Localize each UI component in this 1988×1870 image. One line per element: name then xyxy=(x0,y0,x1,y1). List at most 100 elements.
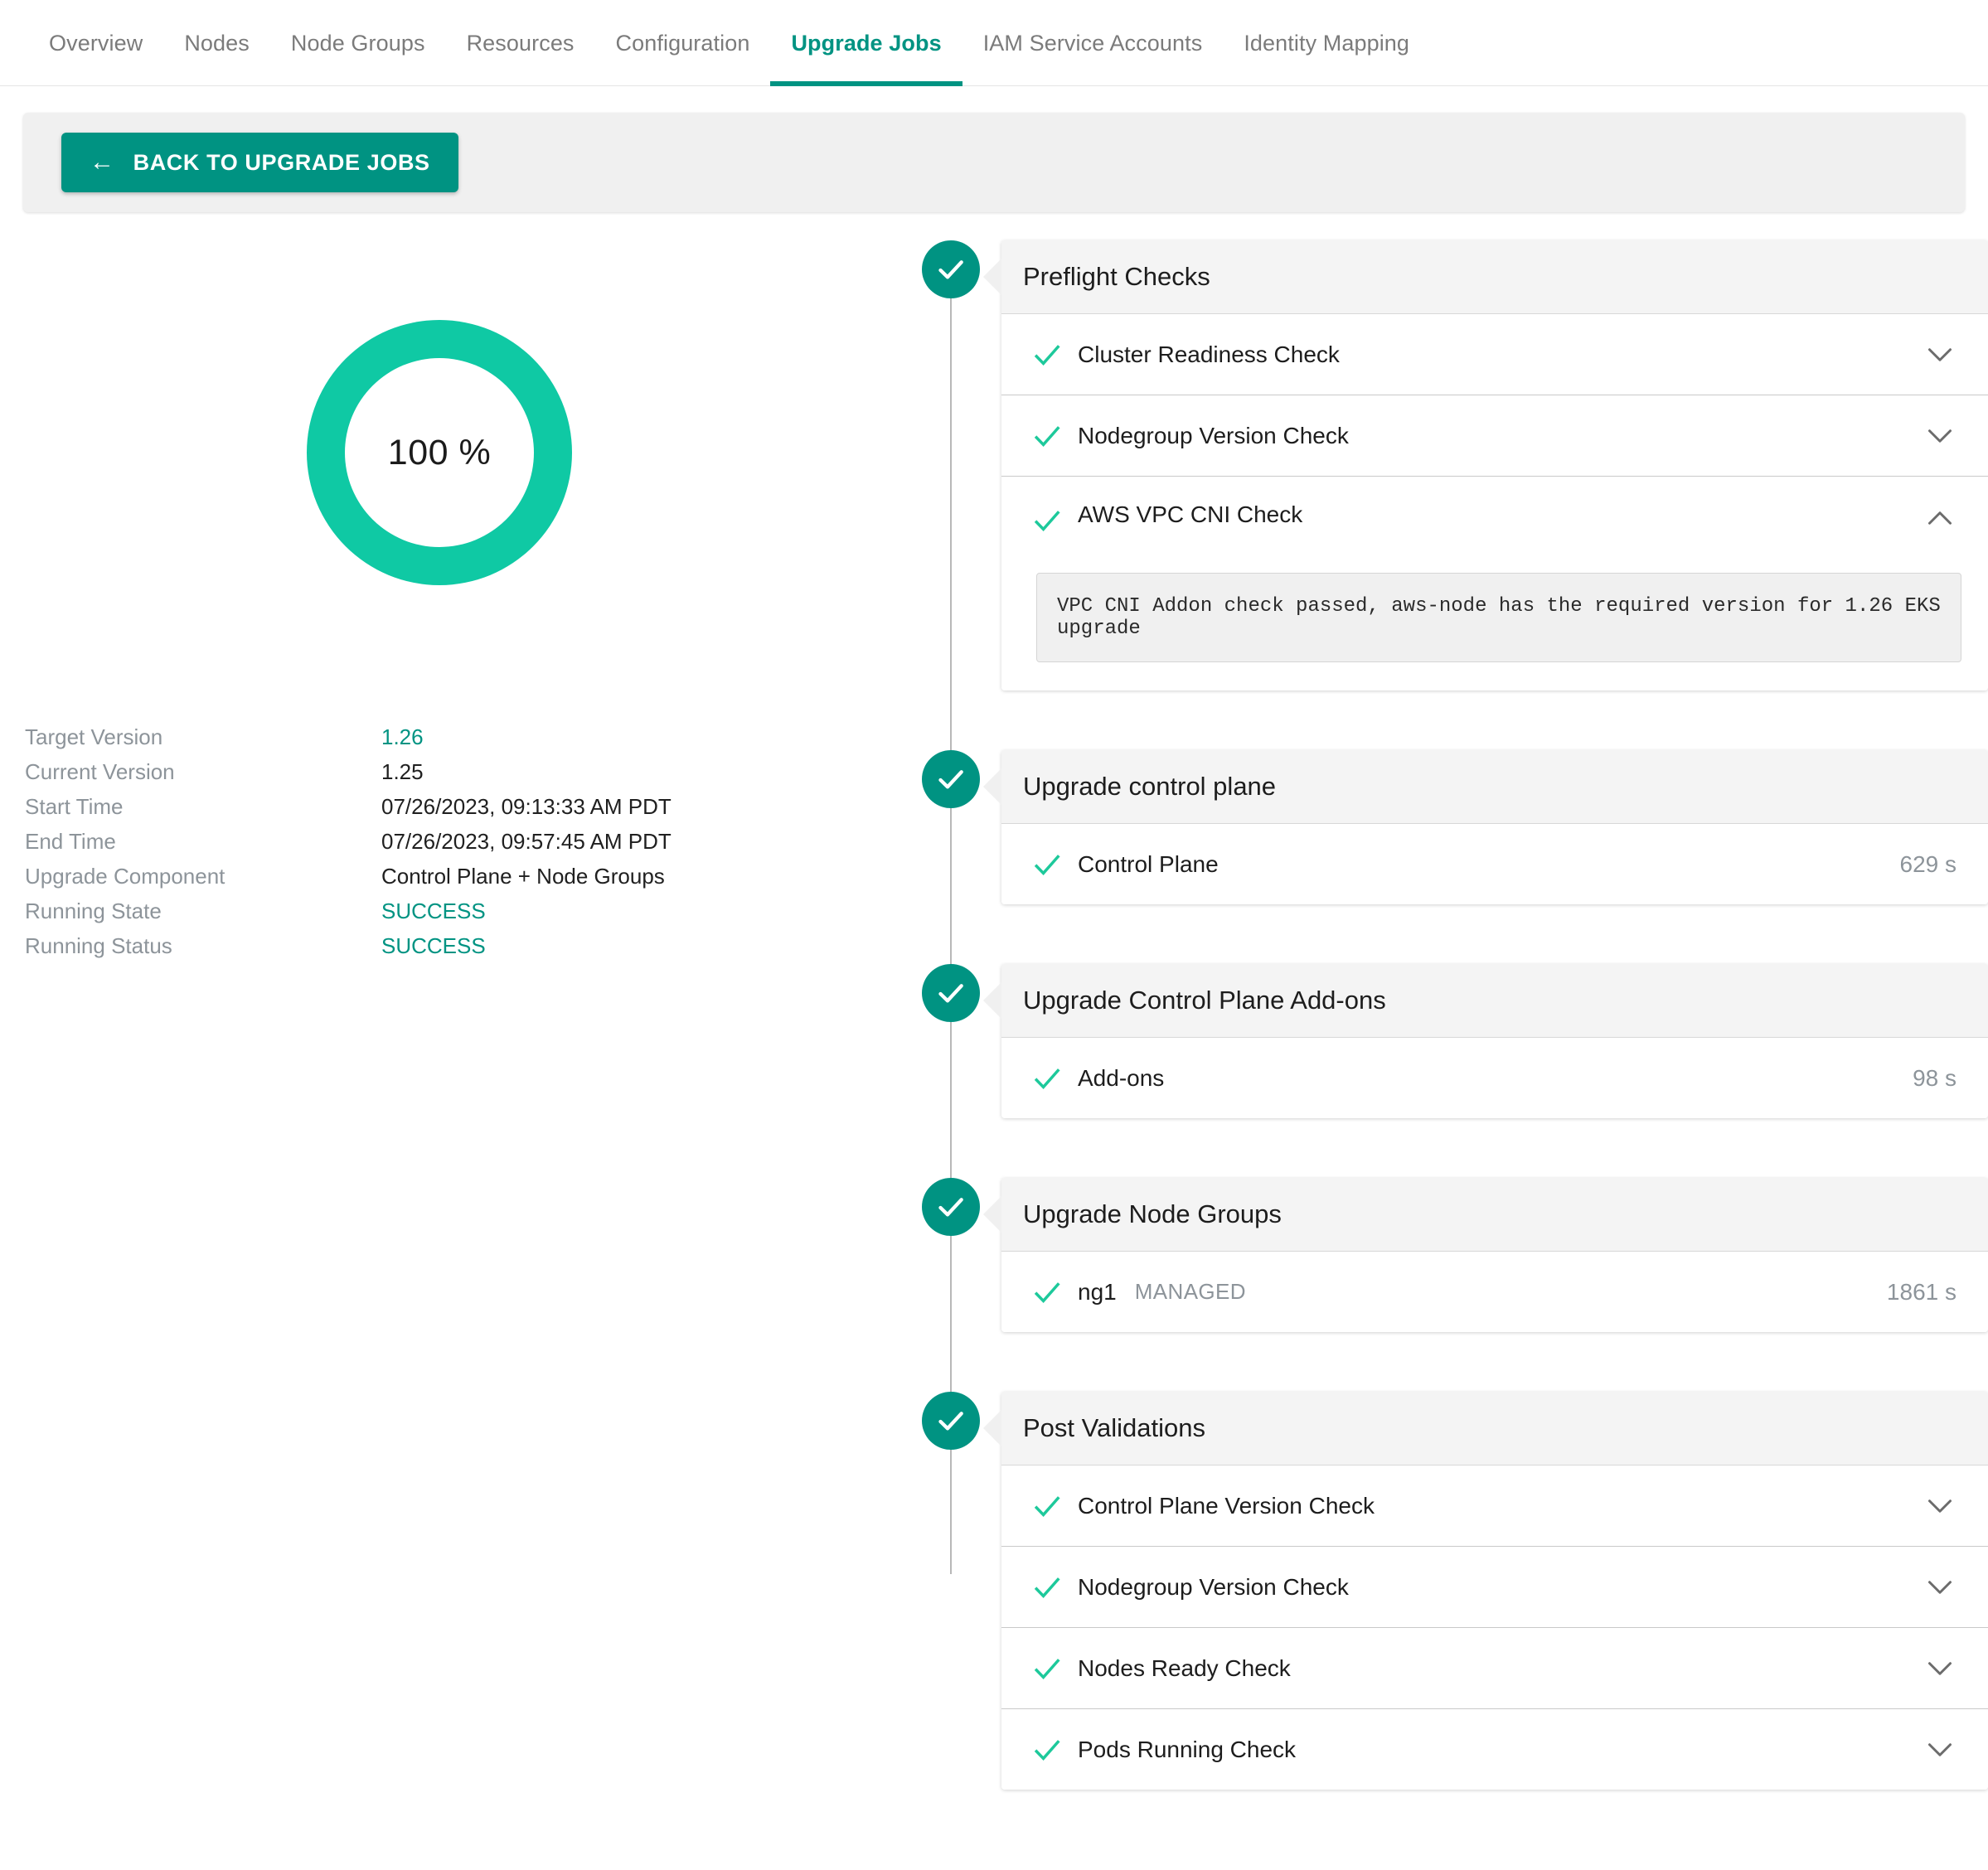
tab-resources[interactable]: Resources xyxy=(446,0,595,86)
back-to-upgrade-jobs-button[interactable]: ← BACK TO UPGRADE JOBS xyxy=(61,133,458,192)
check-icon xyxy=(1031,420,1078,452)
nodegroup-type-tag: MANAGED xyxy=(1134,1279,1246,1304)
stage-title-label: Upgrade Node Groups xyxy=(1023,1199,1282,1228)
chevron-down-icon[interactable] xyxy=(1923,1571,1956,1604)
metadata-value: 07/26/2023, 09:57:45 AM PDT xyxy=(381,829,672,854)
upgrade-stage-timeline: Preflight Checks Cluster Readiness Check N… xyxy=(922,240,1988,1790)
chevron-down-icon[interactable] xyxy=(1923,1733,1956,1766)
metadata-value: 1.26 xyxy=(381,724,424,749)
metadata-value: Control Plane + Node Groups xyxy=(381,864,665,889)
tab-node-groups[interactable]: Node Groups xyxy=(270,0,446,86)
stage-task-row[interactable]: Cluster Readiness Check xyxy=(1001,313,1988,395)
metadata-row: Upgrade Component Control Plane + Node Gr… xyxy=(25,864,879,899)
progress-donut-chart: 100 % xyxy=(307,320,572,585)
check-circle-icon xyxy=(922,964,980,1022)
timeline-stage: Upgrade control plane Control Plane 629 s xyxy=(922,750,1988,904)
timeline-stage: Preflight Checks Cluster Readiness Check N… xyxy=(922,240,1988,690)
tab-label: Configuration xyxy=(615,30,750,56)
metadata-key: Start Time xyxy=(25,794,124,819)
stage-card-body: Control Plane 629 s xyxy=(1001,823,1988,904)
tab-label: Nodes xyxy=(184,30,250,56)
stage-card: Upgrade Control Plane Add-ons Add-ons 98 s xyxy=(1001,964,1988,1118)
cluster-tab-bar: Overview Nodes Node Groups Resources Configu… xyxy=(0,0,1988,86)
stage-gap xyxy=(922,904,1988,964)
progress-donut-wrapper: 100 % xyxy=(0,320,879,585)
tab-label: IAM Service Accounts xyxy=(982,30,1203,56)
check-icon xyxy=(1031,1490,1078,1522)
stage-title: Upgrade Node Groups xyxy=(1001,1178,1988,1251)
stage-card-body: Cluster Readiness Check Nodegroup Version… xyxy=(1001,313,1988,690)
stage-gap xyxy=(922,1118,1988,1178)
job-summary-panel: 100 % Target Version 1.26 Current Version 1… xyxy=(0,240,879,968)
check-icon xyxy=(1031,1734,1078,1766)
tab-label: Node Groups xyxy=(290,30,425,56)
metadata-value: 07/26/2023, 09:13:33 AM PDT xyxy=(381,794,672,819)
task-duration: 629 s xyxy=(1899,850,1957,877)
timeline-stage: Post Validations Control Plane Version Ch… xyxy=(922,1392,1988,1790)
stage-title: Post Validations xyxy=(1001,1392,1988,1465)
metadata-key: End Time xyxy=(25,829,116,854)
tab-iam-service-accounts[interactable]: IAM Service Accounts xyxy=(962,0,1224,86)
stage-task-row[interactable]: Control Plane 629 s xyxy=(1001,823,1988,904)
metadata-row: Current Version 1.25 xyxy=(25,759,879,794)
stage-task-row[interactable]: Nodegroup Version Check xyxy=(1001,1546,1988,1627)
stage-card: Upgrade control plane Control Plane 629 s xyxy=(1001,750,1988,904)
metadata-key: Target Version xyxy=(25,724,163,749)
stage-title-label: Post Validations xyxy=(1023,1413,1205,1442)
chevron-down-icon[interactable] xyxy=(1923,1490,1956,1523)
stage-title-label: Upgrade Control Plane Add-ons xyxy=(1023,986,1386,1015)
stage-card-body: ng1 MANAGED 1861 s xyxy=(1001,1251,1988,1332)
stage-title-label: Upgrade control plane xyxy=(1023,772,1277,801)
stage-task-row[interactable]: Nodes Ready Check xyxy=(1001,1627,1988,1708)
stage-task-row[interactable]: ng1 MANAGED 1861 s xyxy=(1001,1251,1988,1332)
tab-configuration[interactable]: Configuration xyxy=(595,0,771,86)
chevron-down-icon[interactable] xyxy=(1923,419,1956,453)
stage-task-row[interactable]: Pods Running Check xyxy=(1001,1708,1988,1790)
metadata-key: Upgrade Component xyxy=(25,864,225,889)
check-circle-icon xyxy=(922,750,980,808)
stage-card: Upgrade Node Groups ng1 MANAGED 1861 s xyxy=(1001,1178,1988,1332)
check-icon xyxy=(1031,1277,1078,1308)
check-icon xyxy=(1031,1653,1078,1684)
tab-label: Overview xyxy=(49,30,143,56)
chevron-down-icon[interactable] xyxy=(1923,338,1956,371)
stage-task-row[interactable]: AWS VPC CNI Check VPC CNI Addon check pas… xyxy=(1001,476,1988,690)
metadata-key: Running State xyxy=(25,899,162,923)
metadata-row: Running State SUCCESS xyxy=(25,899,879,933)
task-label: Nodegroup Version Check xyxy=(1078,422,1349,448)
stage-task-row[interactable]: Nodegroup Version Check xyxy=(1001,395,1988,476)
check-circle-icon xyxy=(922,240,980,298)
detail-toolbar: ← BACK TO UPGRADE JOBS xyxy=(23,113,1965,212)
stage-task-row[interactable]: Control Plane Version Check xyxy=(1001,1465,1988,1546)
timeline-stage: Upgrade Node Groups ng1 MANAGED 1861 s xyxy=(922,1178,1988,1332)
arrow-left-icon: ← xyxy=(90,148,115,176)
task-label: Pods Running Check xyxy=(1078,1736,1297,1762)
timeline-stage: Upgrade Control Plane Add-ons Add-ons 98 s xyxy=(922,964,1988,1118)
chevron-down-icon[interactable] xyxy=(1923,1652,1956,1685)
job-metadata-list: Target Version 1.26 Current Version 1.25 Sta… xyxy=(0,724,879,968)
task-duration: 1861 s xyxy=(1886,1278,1956,1305)
task-label: AWS VPC CNI Check xyxy=(1078,501,1303,527)
stage-gap xyxy=(922,1332,1988,1392)
tab-upgrade-jobs[interactable]: Upgrade Jobs xyxy=(770,0,962,86)
metadata-key: Running Status xyxy=(25,933,172,958)
check-icon xyxy=(1031,1572,1078,1603)
metadata-key: Current Version xyxy=(25,759,175,784)
tab-identity-mapping[interactable]: Identity Mapping xyxy=(1223,0,1430,86)
tab-label: Identity Mapping xyxy=(1244,30,1410,56)
check-icon xyxy=(1031,1063,1078,1094)
metadata-row: Start Time 07/26/2023, 09:13:33 AM PDT xyxy=(25,794,879,829)
chevron-up-icon[interactable] xyxy=(1923,501,1956,535)
stage-card-body: Control Plane Version Check Nodegroup Ver… xyxy=(1001,1465,1988,1790)
stage-title: Preflight Checks xyxy=(1001,240,1988,313)
tab-label: Upgrade Jobs xyxy=(791,30,942,56)
stage-title: Upgrade control plane xyxy=(1001,750,1988,823)
check-icon xyxy=(1031,849,1078,880)
check-circle-icon xyxy=(922,1178,980,1236)
task-label: Nodegroup Version Check xyxy=(1078,1573,1349,1600)
tab-overview[interactable]: Overview xyxy=(28,0,163,86)
task-label: Add-ons xyxy=(1078,1064,1165,1091)
check-icon xyxy=(1031,339,1078,371)
stage-task-row[interactable]: Add-ons 98 s xyxy=(1001,1037,1988,1118)
tab-nodes[interactable]: Nodes xyxy=(163,0,270,86)
